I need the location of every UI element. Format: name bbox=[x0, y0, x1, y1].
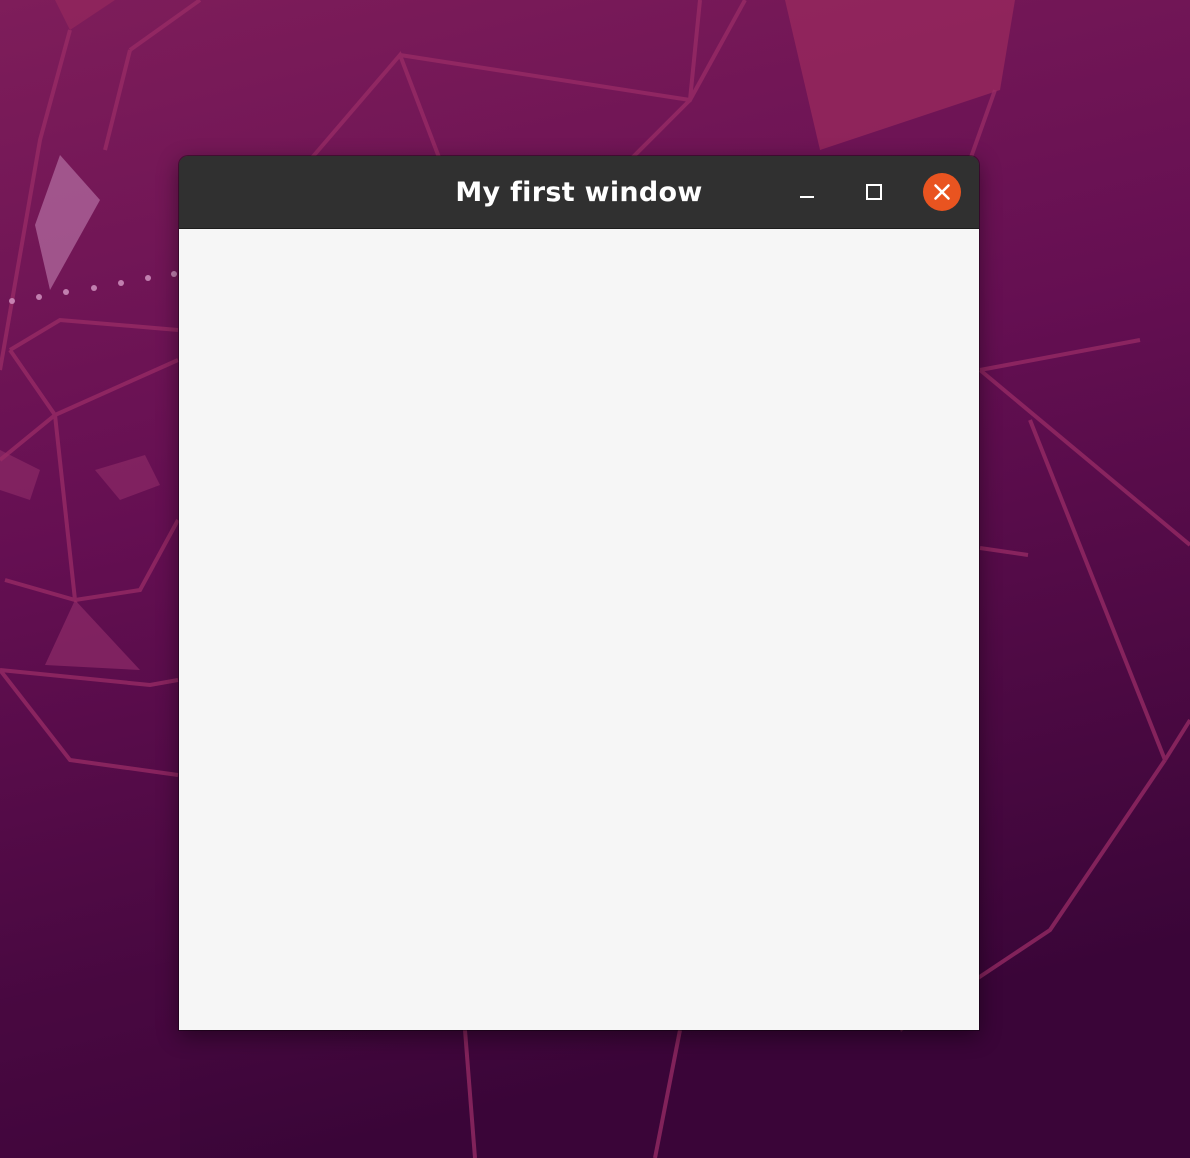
close-button[interactable] bbox=[923, 173, 961, 211]
window-titlebar[interactable]: My first window bbox=[179, 156, 979, 229]
maximize-button[interactable] bbox=[855, 173, 893, 211]
close-icon bbox=[934, 184, 950, 200]
application-window[interactable]: My first window bbox=[179, 156, 979, 1030]
maximize-icon bbox=[866, 184, 882, 200]
minimize-icon bbox=[800, 196, 814, 198]
window-content-area[interactable] bbox=[179, 229, 979, 1030]
minimize-button[interactable] bbox=[788, 173, 826, 211]
